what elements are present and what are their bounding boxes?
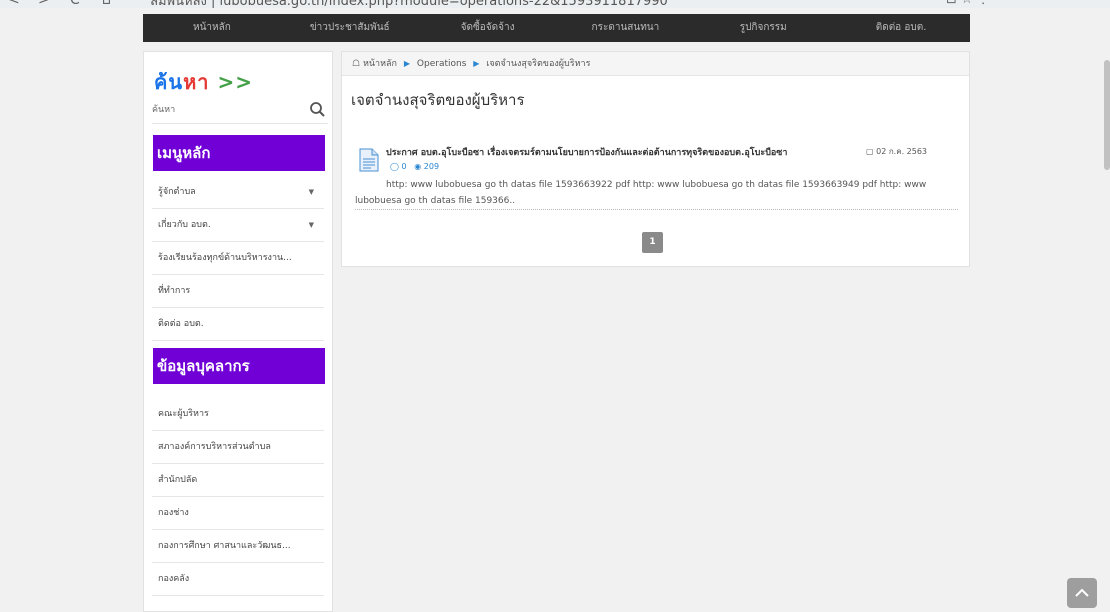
topnav-item-procurement[interactable]: จัดซื้อจัดจ้าง — [419, 14, 557, 42]
menu-item-complaints[interactable]: ร้องเรียนร้องทุกข์ด้านบริหารงาน... — [152, 242, 324, 275]
breadcrumb-separator-icon: ▶ — [473, 59, 480, 68]
menu-item-council[interactable]: สภาองค์การบริหารส่วนตำบล — [152, 431, 324, 464]
menu-item-office[interactable]: ที่ทำการ — [152, 275, 324, 308]
topnav-item-news[interactable]: ข่าวประชาสัมพันธ์ — [281, 14, 419, 42]
home-icon: ☖ — [352, 59, 361, 69]
item-meta: ◯ 0 ◉ 209 — [390, 162, 439, 171]
chevron-up-icon — [1075, 588, 1089, 597]
scrollbar[interactable] — [1104, 60, 1110, 170]
menu-item-label: รู้จักตำบล — [158, 187, 196, 197]
topnav-item-webboard[interactable]: กระดานสนทนา — [556, 14, 694, 42]
item-title-link[interactable]: ประกาศ อบต.อุโบะบือซา เรื่องเจตรมร์ตามนโ… — [386, 145, 787, 159]
breadcrumb-home[interactable]: หน้าหลัก — [363, 59, 397, 69]
menu-item-finance[interactable]: กองคลัง — [152, 563, 324, 596]
menu-item-label: ที่ทำการ — [158, 286, 191, 296]
breadcrumb-separator-icon: ▶ — [403, 59, 411, 68]
back-icon[interactable]: < — [8, 0, 20, 8]
item-date: ▢ 02 ก.ค. 2563 — [866, 145, 927, 158]
eye-icon: ◉ — [414, 162, 422, 171]
item-date-value: 02 ก.ค. 2563 — [876, 147, 928, 156]
menu-item-about-sao[interactable]: เกี่ยวกับ อบต. ▼ — [152, 209, 324, 242]
menu-item-label: สำนักปลัด — [158, 475, 198, 485]
caret-down-icon: ▼ — [308, 221, 314, 229]
caret-down-icon: ▼ — [308, 188, 314, 196]
comment-icon: ◯ — [390, 162, 399, 171]
pagination-page-1[interactable]: 1 — [642, 232, 663, 253]
menu-item-label: กองคลัง — [158, 574, 190, 584]
breadcrumb-section[interactable]: Operations — [417, 59, 466, 69]
topnav-item-gallery[interactable]: รูปกิจกรรม — [694, 14, 832, 42]
sidebar: ค้นหา >> เมนูหลัก รู้จักตำบล ▼ เกี่ยวกับ… — [143, 51, 333, 612]
main-menu-header: เมนูหลัก — [153, 135, 325, 171]
menu-item-label: เกี่ยวกับ อบต. — [158, 220, 211, 230]
personnel-menu: คณะผู้บริหาร สภาองค์การบริหารส่วนตำบล สำ… — [152, 398, 324, 596]
main-menu: รู้จักตำบล ▼ เกี่ยวกับ อบต. ▼ ร้องเรียนร… — [152, 176, 324, 341]
menu-item-label: กองการศึกษา ศาสนาและวัฒนธ... — [158, 541, 291, 551]
search-title-part: ค้น — [154, 70, 184, 94]
home-icon[interactable]: ⌂ — [102, 0, 111, 8]
search-title: ค้นหา >> — [154, 66, 253, 98]
search-box — [152, 96, 328, 124]
menu-item-executives[interactable]: คณะผู้บริหาร — [152, 398, 324, 431]
menu-item-label: ร้องเรียนร้องทุกข์ด้านบริหารงาน... — [158, 253, 292, 263]
menu-item-label: สภาองค์การบริหารส่วนตำบล — [158, 442, 271, 452]
breadcrumb-current: เจตจำนงสุจริตของผู้บริหาร — [486, 59, 591, 69]
search-input[interactable] — [152, 100, 302, 120]
breadcrumb: ☖ หน้าหลัก ▶ Operations ▶ เจตจำนงสุจริตข… — [342, 52, 969, 76]
menu-item-label: กองช่าง — [158, 508, 189, 518]
reload-icon[interactable]: C — [70, 0, 80, 8]
page-title: เจตจำนงสุจริตของผู้บริหาร — [351, 91, 525, 109]
item-description: http: www lubobuesa go th datas file 159… — [355, 180, 927, 206]
scroll-to-top-button[interactable] — [1067, 578, 1097, 608]
menu-item-label: ติดต่อ อบต. — [158, 319, 204, 329]
menu-item-clerk-office[interactable]: สำนักปลัด — [152, 464, 324, 497]
personnel-header: ข้อมูลบุคลากร — [153, 348, 325, 384]
topnav-item-home[interactable]: หน้าหลัก — [143, 14, 281, 42]
search-title-part: >> — [209, 70, 253, 94]
menu-item-about-subdistrict[interactable]: รู้จักตำบล ▼ — [152, 176, 324, 209]
main-content: ☖ หน้าหลัก ▶ Operations ▶ เจตจำนงสุจริตข… — [341, 51, 970, 267]
topnav-item-contact[interactable]: ติดต่อ อบต. — [832, 14, 970, 42]
divider — [355, 209, 958, 210]
comment-count: 0 — [401, 162, 407, 171]
menu-item-education[interactable]: กองการศึกษา ศาสนาและวัฒนธ... — [152, 530, 324, 563]
address-bar[interactable]: ลืมพืนหลัง | lubobuesa.go.th/index.php?m… — [150, 0, 668, 8]
menu-item-label: คณะผู้บริหาร — [158, 409, 209, 419]
browser-toolbar: < > C ⌂ ลืมพืนหลัง | lubobuesa.go.th/ind… — [0, 0, 1110, 8]
search-title-part: หา — [183, 70, 210, 94]
document-icon — [359, 148, 379, 172]
menu-item-contact[interactable]: ติดต่อ อบต. — [152, 308, 324, 341]
calendar-icon: ▢ — [866, 147, 874, 156]
browser-actions-icon[interactable]: ⊡ ☆ ⋮ — [946, 0, 990, 7]
top-navigation: หน้าหลัก ข่าวประชาสัมพันธ์ จัดซื้อจัดจ้า… — [143, 14, 970, 42]
view-count: 209 — [423, 162, 440, 171]
forward-icon[interactable]: > — [38, 0, 50, 8]
menu-item-engineering[interactable]: กองช่าง — [152, 497, 324, 530]
search-icon[interactable] — [308, 100, 328, 120]
